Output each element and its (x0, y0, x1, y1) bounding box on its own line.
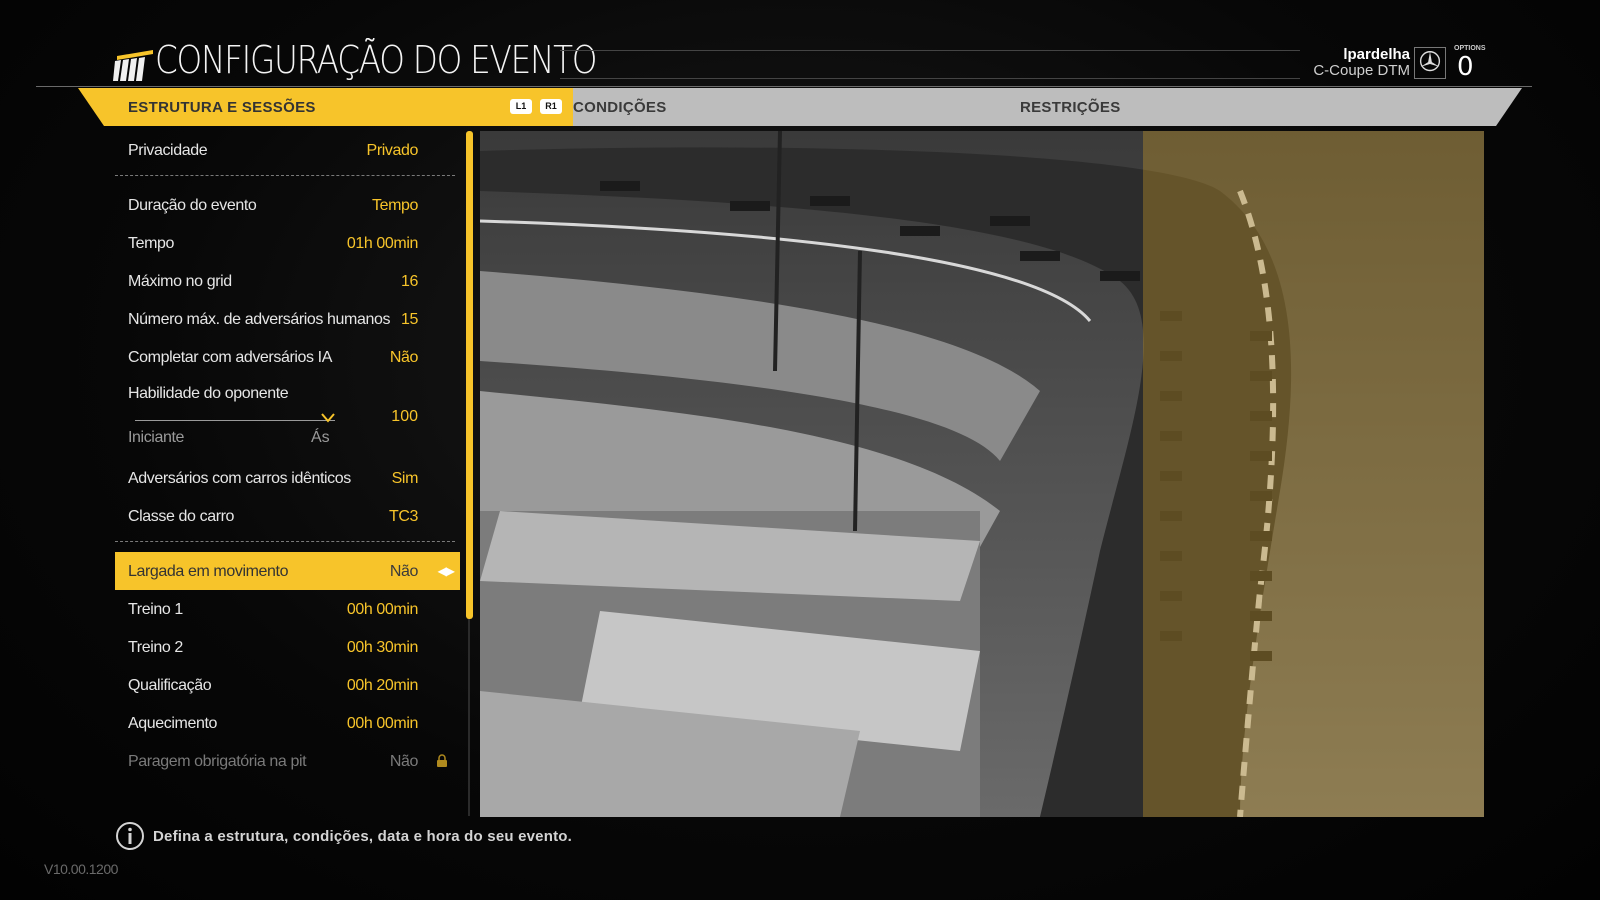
setting-privacy[interactable]: Privacidade Privado (115, 131, 460, 169)
tab-structure-sessions-label: ESTRUTURA E SESSÕES (128, 99, 316, 116)
lock-icon (437, 754, 447, 767)
game-logo-icon (113, 50, 153, 81)
setting-value: 16 (401, 273, 418, 290)
setting-label: Privacidade (128, 142, 208, 159)
skill-slider-track[interactable] (135, 420, 335, 421)
setting-value: 01h 00min (346, 235, 419, 252)
setting-max-grid[interactable]: Máximo no grid 16 (115, 262, 460, 300)
setting-label: Largada em movimento (128, 563, 289, 580)
setting-fill-ai[interactable]: Completar com adversários IA Não (115, 338, 460, 376)
r1-button-hint: R1 (540, 99, 562, 114)
setting-label: Adversários com carros idênticos (128, 470, 351, 487)
divider (115, 541, 455, 544)
setting-label: Aquecimento (128, 715, 217, 732)
version-label: V10.00.1200 (44, 861, 118, 877)
setting-label: Paragem obrigatória na pit (128, 753, 307, 770)
setting-rolling-start[interactable]: Largada em movimento Não ◀▶ (115, 552, 460, 590)
setting-practice-1[interactable]: Treino 1 00h 00min (115, 590, 460, 628)
header-line-top (560, 50, 1300, 51)
setting-label: Número máx. de adversários humanos (128, 311, 391, 328)
setting-time[interactable]: Tempo 01h 00min (115, 224, 460, 262)
setting-label: Qualificação (128, 677, 212, 694)
setting-car-class[interactable]: Classe do carro TC3 (115, 497, 460, 535)
page-title: CONFIGURAÇÃO DO EVENTO (155, 38, 598, 82)
setting-value: TC3 (388, 508, 418, 525)
car-name: C-Coupe DTM (1313, 62, 1410, 79)
setting-identical-cars[interactable]: Adversários com carros idênticos Sim (115, 459, 460, 497)
help-hint: Defina a estrutura, condições, data e ho… (153, 828, 573, 845)
setting-practice-2[interactable]: Treino 2 00h 30min (115, 628, 460, 666)
setting-duration[interactable]: Duração do evento Tempo (115, 186, 460, 224)
setting-label: Treino 2 (128, 639, 183, 656)
notification-count[interactable]: 0 (1457, 52, 1474, 82)
setting-value: Não (389, 753, 419, 770)
setting-value: 100 (391, 408, 418, 425)
car-brand-icon (1414, 47, 1446, 79)
setting-value: Sim (391, 470, 419, 487)
setting-label: Habilidade do oponente (128, 385, 289, 402)
scrollbar[interactable] (466, 131, 473, 619)
header-divider (36, 86, 1532, 87)
setting-value: Não (389, 349, 419, 366)
left-right-arrows-icon[interactable]: ◀▶ (438, 564, 455, 578)
header-line-bottom (560, 78, 1300, 79)
tab-bar: ESTRUTURA E SESSÕES L1 R1 CONDIÇÕES REST… (78, 88, 1522, 126)
l1-button-hint: L1 (510, 99, 532, 114)
setting-warmup[interactable]: Aquecimento 00h 00min (115, 704, 460, 742)
skill-max-label: Ás (311, 429, 330, 446)
setting-label: Tempo (128, 235, 175, 252)
setting-value: 00h 00min (346, 715, 419, 732)
setting-max-humans[interactable]: Número máx. de adversários humanos 15 (115, 300, 460, 338)
setting-label: Máximo no grid (128, 273, 232, 290)
user-name: lpardelha (1343, 46, 1410, 63)
setting-value: Não (389, 563, 419, 580)
setting-opponent-skill[interactable]: Habilidade do oponente 100 Iniciante Ás (115, 376, 460, 459)
divider (115, 175, 455, 178)
preview-tint-overlay (1143, 131, 1484, 817)
skill-min-label: Iniciante (128, 429, 184, 446)
skill-slider-thumb[interactable] (321, 413, 335, 423)
setting-value: 00h 30min (346, 639, 419, 656)
tab-conditions[interactable]: CONDIÇÕES (573, 99, 667, 116)
settings-list: Privacidade Privado Duração do evento Te… (115, 131, 460, 780)
setting-mandatory-pit-stop: Paragem obrigatória na pit Não (115, 742, 460, 780)
setting-value: 00h 00min (346, 601, 419, 618)
setting-qualifying[interactable]: Qualificação 00h 20min (115, 666, 460, 704)
tab-restrictions[interactable]: RESTRIÇÕES (1020, 99, 1121, 116)
info-icon (116, 822, 144, 850)
setting-value: 15 (401, 311, 418, 328)
setting-label: Completar com adversários IA (128, 349, 332, 366)
user-info: lpardelha C-Coupe DTM (1313, 47, 1410, 79)
setting-value: 00h 20min (346, 677, 419, 694)
setting-value: Privado (366, 142, 419, 159)
options-label: OPTIONS (1454, 45, 1486, 52)
setting-label: Duração do evento (128, 197, 257, 214)
setting-value: Tempo (371, 197, 418, 214)
setting-label: Classe do carro (128, 508, 235, 525)
setting-label: Treino 1 (128, 601, 183, 618)
